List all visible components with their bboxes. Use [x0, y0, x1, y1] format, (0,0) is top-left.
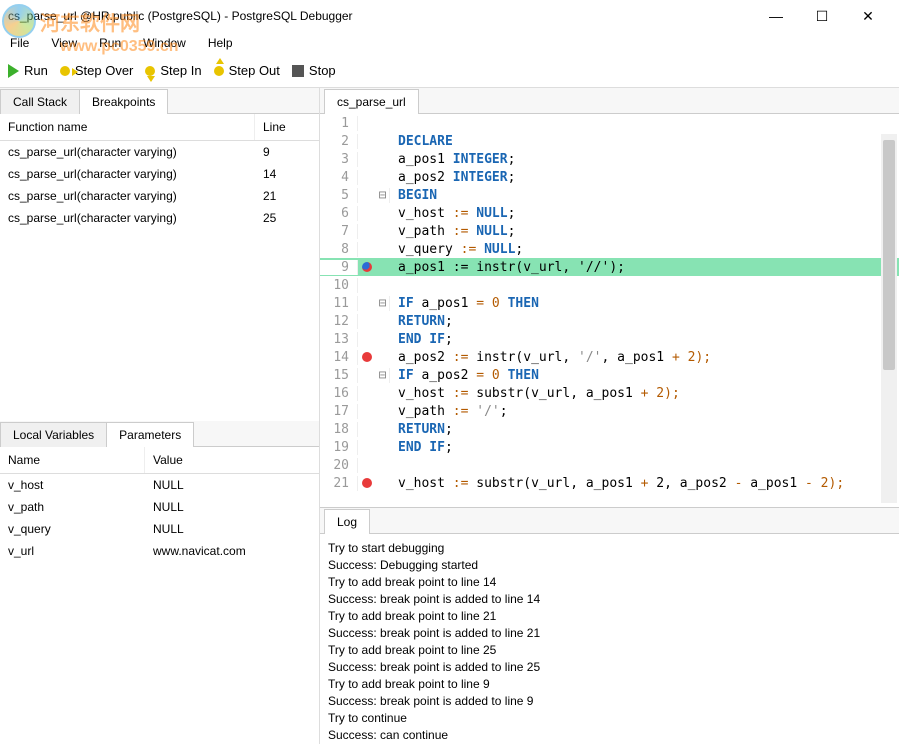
- log-line: Try to add break point to line 9: [328, 676, 891, 693]
- tab-parameters[interactable]: Parameters: [106, 422, 194, 447]
- log-line: Success: break point is added to line 21: [328, 625, 891, 642]
- col-function-name[interactable]: Function name: [0, 114, 255, 140]
- col-var-value[interactable]: Value: [145, 447, 315, 473]
- step-over-button[interactable]: Step Over: [60, 63, 134, 78]
- menu-help[interactable]: Help: [204, 34, 237, 52]
- step-in-button[interactable]: Step In: [145, 63, 201, 78]
- window-title: cs_parse_url @HR.public (PostgreSQL) - P…: [8, 9, 753, 23]
- breakpoint-icon[interactable]: [362, 352, 372, 362]
- code-tabs: cs_parse_url: [320, 88, 899, 114]
- breakpoint-icon[interactable]: [362, 478, 372, 488]
- breakpoint-row[interactable]: cs_parse_url(character varying)14: [0, 163, 319, 185]
- title-bar: cs_parse_url @HR.public (PostgreSQL) - P…: [0, 0, 899, 32]
- vertical-scrollbar[interactable]: [881, 134, 897, 503]
- stop-icon: [292, 65, 304, 77]
- log-tabs: Log: [320, 508, 899, 534]
- step-over-icon: [60, 66, 70, 76]
- breakpoint-current-icon[interactable]: [362, 262, 372, 272]
- play-icon: [8, 64, 19, 78]
- variables-table: Name Value v_hostNULLv_pathNULLv_queryNU…: [0, 447, 319, 562]
- tab-breakpoints[interactable]: Breakpoints: [79, 89, 168, 114]
- log-line: Success: break point is added to line 14: [328, 591, 891, 608]
- menu-file[interactable]: File: [6, 34, 33, 52]
- current-execution-line: a_pos1 := instr(v_url, '//');: [390, 260, 899, 275]
- variable-row[interactable]: v_hostNULL: [0, 474, 319, 496]
- tab-log[interactable]: Log: [324, 509, 370, 534]
- log-line: Success: Debugging started: [328, 557, 891, 574]
- left-top-tabs: Call Stack Breakpoints: [0, 88, 319, 114]
- code-editor[interactable]: 1 2 DECLARE 3 a_pos1 INTEGER; 4 a_pos2 I…: [320, 114, 899, 507]
- menu-bar: File View Run Window Help: [0, 32, 899, 54]
- variable-row[interactable]: v_urlwww.navicat.com: [0, 540, 319, 562]
- log-line: Try to continue: [328, 710, 891, 727]
- toolbar: Run Step Over Step In Step Out Stop: [0, 54, 899, 88]
- tab-call-stack[interactable]: Call Stack: [0, 89, 80, 114]
- breakpoint-row[interactable]: cs_parse_url(character varying)25: [0, 207, 319, 229]
- run-button[interactable]: Run: [8, 63, 48, 78]
- step-in-icon: [145, 66, 155, 76]
- log-line: Success: can continue: [328, 727, 891, 744]
- variable-row[interactable]: v_queryNULL: [0, 518, 319, 540]
- step-out-button[interactable]: Step Out: [214, 63, 280, 78]
- breakpoint-row[interactable]: cs_parse_url(character varying)9: [0, 141, 319, 163]
- minimize-button[interactable]: —: [753, 1, 799, 31]
- tab-local-variables[interactable]: Local Variables: [0, 422, 107, 447]
- log-line: Success: break point is added to line 9: [328, 693, 891, 710]
- stop-button[interactable]: Stop: [292, 63, 336, 78]
- col-var-name[interactable]: Name: [0, 447, 145, 473]
- log-line: Try to add break point to line 25: [328, 642, 891, 659]
- log-line: Try to start debugging: [328, 540, 891, 557]
- step-out-icon: [214, 66, 224, 76]
- maximize-button[interactable]: ☐: [799, 1, 845, 31]
- log-line: Try to add break point to line 14: [328, 574, 891, 591]
- menu-window[interactable]: Window: [139, 34, 190, 52]
- close-button[interactable]: ✕: [845, 1, 891, 31]
- menu-run[interactable]: Run: [95, 34, 125, 52]
- variable-row[interactable]: v_pathNULL: [0, 496, 319, 518]
- col-line[interactable]: Line: [255, 114, 315, 140]
- breakpoints-table: Function name Line cs_parse_url(characte…: [0, 114, 319, 421]
- left-bottom-tabs: Local Variables Parameters: [0, 421, 319, 447]
- tab-cs-parse-url[interactable]: cs_parse_url: [324, 89, 419, 114]
- breakpoint-row[interactable]: cs_parse_url(character varying)21: [0, 185, 319, 207]
- log-line: Success: break point is added to line 25: [328, 659, 891, 676]
- log-output[interactable]: Try to start debuggingSuccess: Debugging…: [320, 534, 899, 744]
- log-line: Try to add break point to line 21: [328, 608, 891, 625]
- menu-view[interactable]: View: [47, 34, 81, 52]
